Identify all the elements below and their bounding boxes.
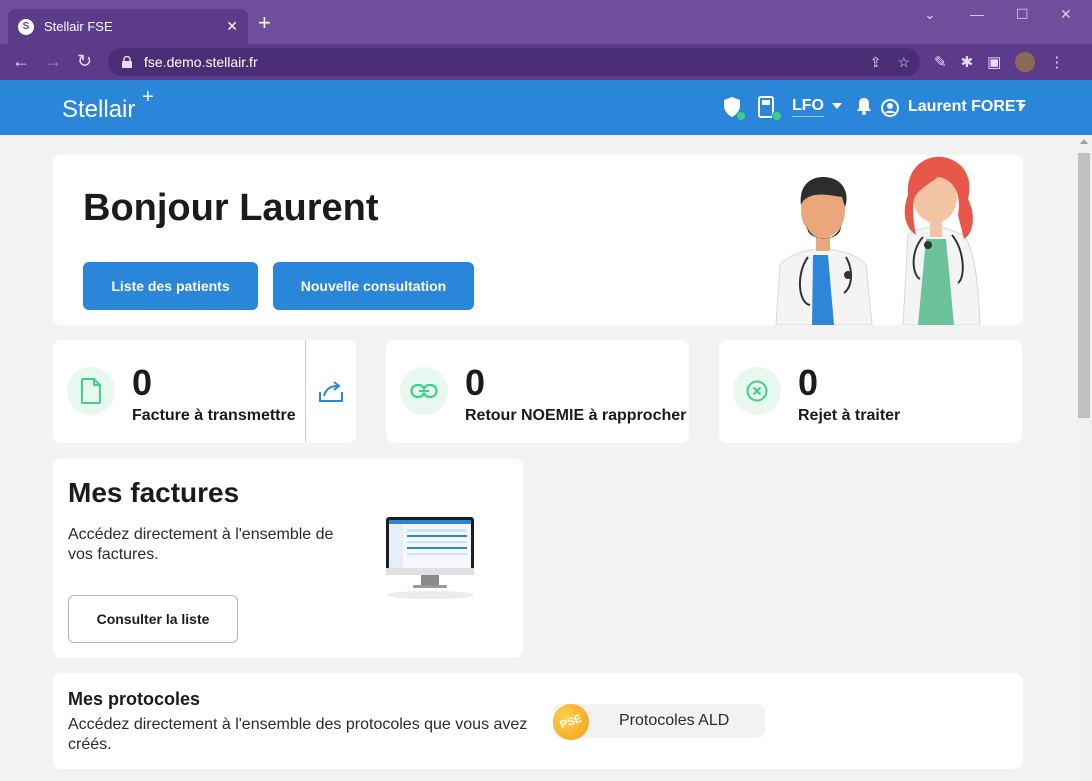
- stellair-favicon-icon: S: [18, 18, 34, 35]
- invoices-description: Accédez directement à l'ensemble de vos …: [68, 526, 334, 563]
- protocols-card: Mes protocoles Accédez directement à l'e…: [53, 673, 1023, 769]
- invoices-card: Mes factures Accédez directement à l'ens…: [53, 459, 523, 658]
- view-list-button[interactable]: Consulter la liste: [68, 595, 238, 643]
- bell-icon[interactable]: [856, 97, 872, 120]
- browser-menu-icon[interactable]: ⋮: [1049, 53, 1064, 71]
- card-reader-icon[interactable]: [758, 96, 782, 121]
- welcome-card: Bonjour Laurent Liste des patients Nouve…: [53, 155, 1023, 325]
- share-icon[interactable]: ⇪: [870, 54, 882, 71]
- minimize-icon[interactable]: —: [970, 6, 984, 22]
- ald-protocols-button[interactable]: PSE Protocoles ALD: [547, 698, 765, 746]
- maximize-icon[interactable]: ☐: [1016, 6, 1029, 23]
- security-shield-icon[interactable]: [722, 96, 746, 121]
- file-icon: [67, 367, 115, 415]
- stat-card-invoices[interactable]: 0 Facture à transmettre: [53, 340, 356, 443]
- doctors-illustration: [775, 156, 981, 325]
- eyedropper-extension-icon[interactable]: ✎: [934, 53, 947, 71]
- divider: [305, 340, 306, 443]
- stat-value: 0: [465, 362, 486, 403]
- bookmark-star-icon[interactable]: ☆: [897, 54, 910, 71]
- protocols-title: Mes protocoles: [68, 689, 201, 709]
- url-bar[interactable]: fse.demo.stellair.fr ⇪ ☆: [108, 48, 920, 76]
- stellair-logo[interactable]: Stellair: [62, 96, 135, 124]
- stat-label: Retour NOEMIE à rapprocher: [465, 407, 687, 424]
- x-circle-icon: [733, 367, 781, 415]
- greeting-title: Bonjour Laurent: [83, 187, 379, 229]
- protocols-description: Accédez directement à l'ensemble des pro…: [68, 716, 528, 753]
- pse-badge-icon: PSE: [547, 698, 595, 746]
- stat-label: Rejet à traiter: [798, 407, 901, 424]
- status-ok-icon: [736, 111, 746, 121]
- chevron-down-icon[interactable]: [832, 103, 842, 109]
- new-tab-icon[interactable]: +: [258, 12, 271, 34]
- stat-card-noemie[interactable]: 0 Retour NOEMIE à rapprocher: [386, 340, 689, 443]
- new-consultation-button[interactable]: Nouvelle consultation: [273, 262, 474, 310]
- transmit-upload-icon[interactable]: [318, 378, 344, 409]
- stat-card-rejects[interactable]: 0 Rejet à traiter: [719, 340, 1022, 443]
- user-menu-caret-icon[interactable]: [1018, 104, 1026, 109]
- stat-value: 0: [132, 362, 153, 403]
- user-name[interactable]: Laurent FORET: [908, 98, 1025, 116]
- status-ok-icon: [772, 111, 782, 121]
- app-header: Stellair + LFO Laurent FORET: [0, 80, 1092, 135]
- browser-titlebar: S Stellair FSE ✕ + ⌄ — ☐ ✕: [0, 0, 1092, 44]
- stat-label: Facture à transmettre: [132, 407, 296, 424]
- scroll-thumb[interactable]: [1078, 153, 1090, 418]
- close-tab-icon[interactable]: ✕: [226, 18, 238, 35]
- invoices-title: Mes factures: [68, 477, 240, 508]
- page-scrollbar[interactable]: [1076, 135, 1092, 781]
- profile-avatar[interactable]: [1015, 52, 1036, 72]
- forward-icon[interactable]: →: [44, 51, 62, 71]
- ald-protocols-label: Protocoles ALD: [619, 712, 730, 729]
- url-text: fse.demo.stellair.fr: [144, 54, 258, 70]
- browser-tab[interactable]: S Stellair FSE ✕: [8, 9, 248, 44]
- scroll-up-arrow-icon[interactable]: [1080, 139, 1088, 144]
- close-window-icon[interactable]: ✕: [1060, 6, 1072, 23]
- browser-toolbar: ← → ↻ fse.demo.stellair.fr ⇪ ☆ ✎ ✱ ▣ ⋮: [0, 44, 1092, 80]
- patients-list-button[interactable]: Liste des patients: [83, 262, 258, 310]
- tab-title: Stellair FSE: [44, 19, 113, 34]
- computer-monitor-illustration: [386, 517, 474, 599]
- tab-search-icon[interactable]: ⌄: [924, 6, 936, 23]
- extensions-puzzle-icon[interactable]: ✱: [961, 53, 974, 71]
- lock-icon: [122, 56, 132, 68]
- sidebar-icon[interactable]: ▣: [987, 53, 1001, 71]
- center-selector[interactable]: LFO: [792, 97, 824, 117]
- back-icon[interactable]: ←: [12, 51, 30, 71]
- link-icon: [400, 367, 448, 415]
- logo-star-icon: +: [142, 86, 154, 108]
- stat-value: 0: [798, 362, 819, 403]
- reload-icon[interactable]: ↻: [77, 51, 92, 71]
- user-icon[interactable]: [881, 99, 899, 122]
